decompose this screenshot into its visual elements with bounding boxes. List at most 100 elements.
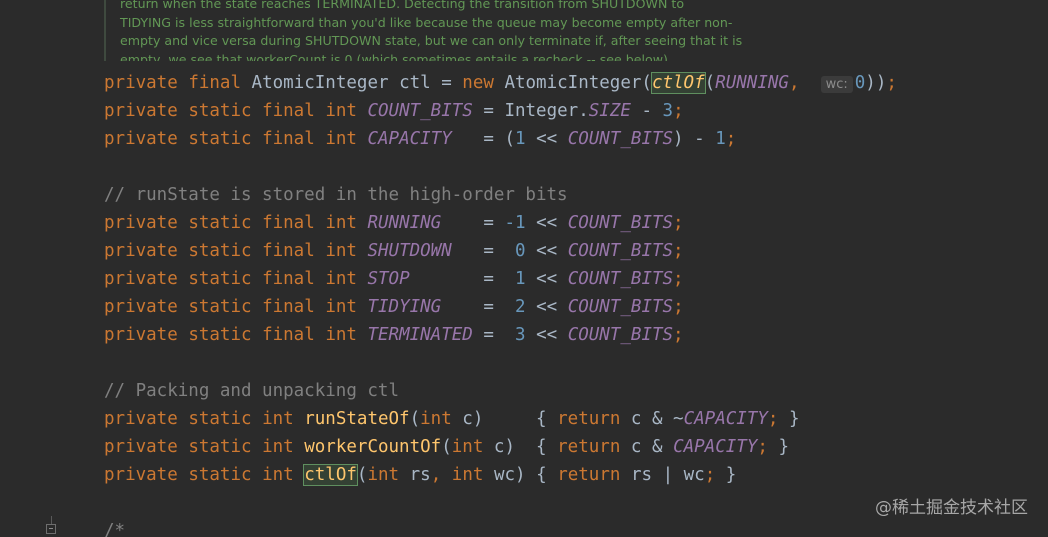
parameter: c — [462, 409, 473, 429]
doc-comment-line: empty and vice versa during SHUTDOWN sta… — [120, 33, 743, 48]
constant: RUNNING — [715, 73, 789, 93]
keyword: final — [262, 297, 315, 317]
keyword: static — [188, 437, 252, 457]
type-name: AtomicInteger — [251, 73, 389, 93]
keyword: static — [188, 269, 252, 289]
number: 1 — [514, 269, 526, 289]
keyword: int — [420, 409, 452, 429]
code-line[interactable]: // runState is stored in the high-order … — [104, 181, 1048, 209]
parameter: c — [493, 437, 505, 457]
method-call-highlighted[interactable]: ctlOf — [650, 72, 706, 94]
keyword: int — [262, 465, 294, 485]
keyword: final — [262, 213, 315, 233]
constant: STOP — [367, 269, 410, 289]
constant: SIZE — [588, 101, 631, 121]
code-line[interactable]: private static final int STOP = 1 << COU… — [104, 265, 1048, 293]
keyword: static — [188, 129, 252, 149]
keyword: private — [104, 73, 178, 93]
field-name: ctl — [399, 73, 431, 93]
code-line[interactable]: private static final int CAPACITY = (1 <… — [104, 125, 1048, 153]
watermark: @稀土掘金技术社区 — [875, 498, 1028, 518]
keyword: private — [104, 213, 178, 233]
keyword: static — [188, 241, 252, 261]
keyword: int — [367, 465, 400, 485]
code-line[interactable]: private static final int COUNT_BITS = In… — [104, 97, 1048, 125]
doc-comment-line: return when the state reaches TERMINATED… — [120, 0, 685, 11]
keyword: private — [104, 297, 178, 317]
code-line[interactable]: private static int workerCountOf(int c) … — [104, 433, 1048, 461]
code-line[interactable]: // Packing and unpacking ctl — [104, 377, 1048, 405]
method-name-highlighted[interactable]: ctlOf — [303, 464, 358, 486]
keyword: private — [104, 129, 178, 149]
type-name: Integer — [504, 101, 579, 121]
keyword: static — [188, 101, 252, 121]
code-line[interactable]: private final AtomicInteger ctl = new At… — [104, 69, 1048, 97]
constant: RUNNING — [367, 213, 442, 233]
doc-comment-line: TIDYING is less straightforward than you… — [120, 14, 733, 30]
code-line[interactable]: private static int runStateOf(int c) { r… — [104, 405, 1048, 433]
keyword: final — [262, 325, 315, 345]
constant: TERMINATED — [367, 325, 473, 345]
constant: CAPACITY — [683, 409, 768, 429]
keyword: return — [557, 465, 621, 485]
keyword: int — [325, 269, 357, 289]
parameter: c — [630, 437, 642, 457]
constant: COUNT_BITS — [567, 297, 674, 317]
code-line[interactable]: /* — [104, 517, 1048, 537]
keyword: private — [104, 409, 178, 429]
line-comment: // runState is stored in the high-order … — [104, 185, 568, 205]
keyword: static — [188, 213, 252, 233]
number: 2 — [515, 297, 526, 317]
code-line[interactable]: private static final int RUNNING = -1 <<… — [104, 209, 1048, 237]
parameter-hint: wc: — [820, 76, 853, 93]
parameter: c — [630, 409, 642, 429]
keyword: int — [325, 213, 357, 233]
code-line[interactable]: private static int ctlOf(int rs, int wc)… — [104, 461, 1048, 489]
keyword: private — [104, 241, 178, 261]
rendered-doc-comment: return when the state reaches TERMINATED… — [104, 0, 744, 61]
keyword: private — [104, 437, 178, 457]
keyword: private — [104, 325, 178, 345]
blank-line[interactable] — [104, 153, 1048, 181]
method-name[interactable]: runStateOf — [304, 409, 409, 429]
constant: COUNT_BITS — [567, 241, 674, 261]
parameter: rs — [409, 465, 431, 485]
keyword: int — [451, 437, 484, 457]
keyword: return — [557, 409, 621, 429]
method-name[interactable]: workerCountOf — [304, 437, 441, 457]
number: 0 — [854, 73, 866, 93]
keyword: int — [325, 129, 357, 149]
constant: CAPACITY — [367, 129, 452, 149]
constant: COUNT_BITS — [567, 269, 674, 289]
keyword: private — [104, 465, 178, 485]
keyword: final — [262, 101, 315, 121]
keyword: static — [188, 297, 252, 317]
code-editor[interactable]: return when the state reaches TERMINATED… — [0, 0, 1048, 537]
keyword: final — [262, 241, 315, 261]
number: -1 — [504, 213, 526, 233]
parameter: wc — [493, 465, 516, 485]
code-line[interactable]: private static final int SHUTDOWN = 0 <<… — [104, 237, 1048, 265]
keyword: static — [188, 325, 252, 345]
type-name: AtomicInteger — [504, 73, 642, 93]
code-line-current[interactable]: private static final int TIDYING = 2 << … — [52, 293, 1048, 321]
code-line[interactable]: private static final int TERMINATED = 3 … — [104, 321, 1048, 349]
constant: COUNT_BITS — [567, 325, 674, 345]
keyword: int — [262, 409, 294, 429]
keyword: int — [325, 325, 357, 345]
number: 3 — [662, 101, 674, 121]
parameter: wc — [683, 465, 705, 485]
keyword: int — [325, 297, 357, 317]
keyword: private — [104, 269, 178, 289]
constant: COUNT_BITS — [367, 101, 473, 121]
doc-comment-line: empty, we see that workerCount is 0 (whi… — [120, 51, 672, 62]
blank-line[interactable] — [104, 349, 1048, 377]
editor-gutter — [0, 0, 60, 537]
number: 1 — [514, 129, 526, 149]
constant: CAPACITY — [673, 437, 758, 457]
code-area[interactable]: private final AtomicInteger ctl = new At… — [52, 69, 1048, 537]
keyword: int — [262, 437, 294, 457]
fold-collapse-icon[interactable] — [46, 524, 56, 534]
parameter: rs — [630, 465, 653, 485]
keyword: static — [188, 409, 252, 429]
